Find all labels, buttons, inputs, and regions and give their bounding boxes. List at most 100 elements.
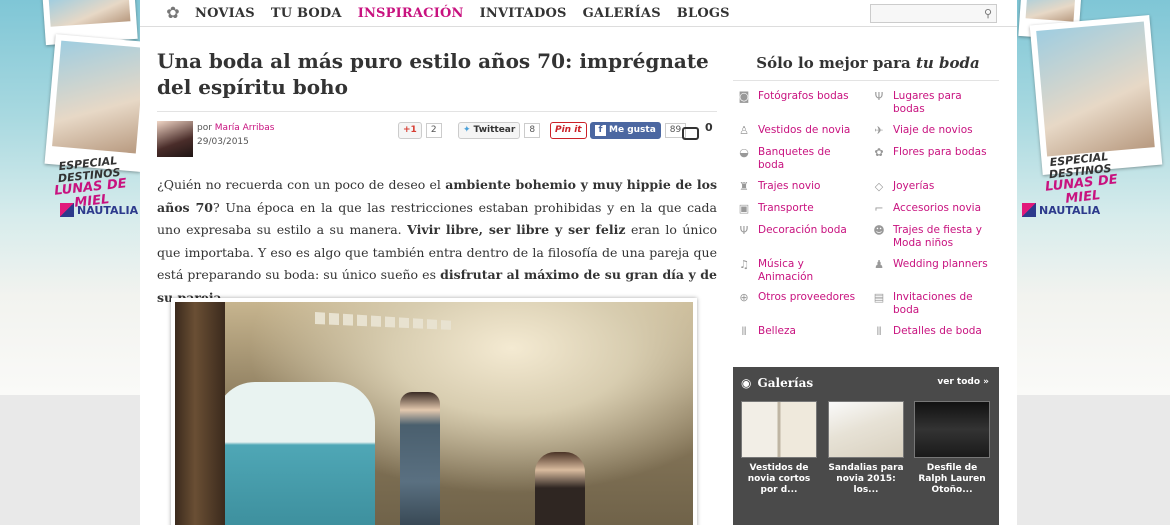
gallery-thumbnail[interactable]: [828, 401, 904, 458]
twitter-label: Twittear: [473, 125, 516, 135]
gplus-button[interactable]: +1: [398, 121, 422, 139]
twitter-button[interactable]: ✦ Twittear: [458, 121, 521, 139]
bunting-flags: [315, 312, 455, 330]
comment-count[interactable]: 0: [705, 121, 713, 134]
category-label: Trajes novio: [758, 180, 821, 192]
people-icon: ☻: [873, 224, 885, 237]
pin-it-button[interactable]: Pin it: [550, 121, 587, 139]
facebook-like-label: Me gusta: [609, 125, 656, 135]
article-title: Una boda al más puro estilo años 70: imp…: [157, 49, 709, 99]
divider: [733, 80, 999, 81]
gallery-caption[interactable]: Vestidos de novia cortos por d...: [741, 463, 817, 496]
see-all-link[interactable]: ver todo »: [937, 377, 989, 387]
glass-icon: Ψ: [874, 90, 884, 103]
ad-lower-background: [0, 395, 140, 525]
pinterest-share: Pin it: [550, 121, 587, 139]
shoe-icon: ⌐: [874, 202, 884, 215]
dress-icon: ♙: [739, 124, 749, 137]
category-label: Banquetes de boda: [758, 146, 831, 171]
twitter-bird-icon: ✦: [463, 125, 471, 135]
nav-item-invitados[interactable]: INVITADOS: [480, 6, 567, 21]
category-label: Fotógrafos bodas: [758, 90, 849, 102]
wedding-photo: [175, 302, 693, 525]
gplus-count: 2: [425, 122, 442, 138]
ad-brand: NAUTALIA: [1022, 203, 1100, 217]
flower-logo-icon[interactable]: ✿: [164, 4, 182, 22]
category-label: Transporte: [758, 202, 814, 214]
top-nav: ✿ NOVIAS TU BODA INSPIRACIÓN INVITADOS G…: [140, 0, 1017, 27]
planner-icon: ♟: [874, 258, 884, 271]
divider: [157, 111, 717, 112]
vintage-van: [215, 382, 375, 525]
galleries-header: ◉ Galerías: [741, 376, 813, 390]
facebook-like-button[interactable]: f Me gusta: [590, 121, 661, 139]
beauty-icon: ⫴: [741, 325, 747, 338]
nav-item-tu-boda[interactable]: TU BODA: [271, 6, 342, 21]
gift-icon: ⫴: [876, 325, 882, 338]
sidebar-title-text: Sólo lo mejor para: [756, 54, 916, 72]
music-icon: ♫: [739, 258, 749, 271]
nautalia-logo-icon: [60, 203, 74, 217]
bus-icon: ▣: [738, 202, 750, 215]
camera-icon: ◉: [741, 376, 752, 390]
ad-photo: [44, 34, 140, 172]
author-name-link[interactable]: María Arribas: [215, 123, 275, 133]
ad-brand: NAUTALIA: [60, 203, 138, 217]
nav-item-blogs[interactable]: BLOGS: [677, 6, 730, 21]
flower-icon: ✿: [874, 146, 884, 159]
search-input[interactable]: [871, 8, 971, 26]
galleries-widget: ◉ Galerías ver todo » Vestidos de novia …: [733, 367, 999, 525]
category-label: Decoración boda: [758, 224, 847, 236]
suit-icon: ♜: [739, 180, 749, 193]
article-intro: ¿Quién no recuerda con un poco de deseo …: [157, 174, 717, 309]
nav-item-galerias[interactable]: GALERÍAS: [583, 6, 661, 21]
category-label: Joyerías: [893, 180, 935, 192]
category-label: Flores para bodas: [893, 146, 987, 158]
invitation-icon: ▤: [873, 291, 885, 304]
article-photo[interactable]: [171, 298, 697, 525]
gallery-thumbnail[interactable]: [914, 401, 990, 458]
nav-item-novias[interactable]: NOVIAS: [195, 6, 255, 21]
gallery-item[interactable]: Vestidos de novia cortos por d...: [741, 401, 817, 496]
sidebar-title-italic: tu boda: [915, 54, 980, 72]
author-avatar[interactable]: [157, 121, 193, 157]
galleries-title: Galerías: [757, 376, 814, 390]
gallery-thumbnail[interactable]: [741, 401, 817, 458]
left-side-ad[interactable]: ESPECIAL DESTINOS LUNAS DE MIEL NAUTALIA: [0, 0, 140, 525]
twitter-count: 8: [524, 122, 541, 138]
author-prefix: por: [197, 123, 212, 133]
sidebar-title: Sólo lo mejor para tu boda: [733, 54, 1003, 72]
gallery-item[interactable]: Desfile de Ralph Lauren Otoño...: [914, 401, 990, 496]
gplus-share: +1 2: [398, 121, 442, 139]
body-text-bold: Vivir libre, ser libre y ser feliz: [407, 222, 626, 237]
plus-icon: ⊕: [739, 291, 749, 304]
tree-trunk: [175, 302, 225, 525]
category-label: Trajes de fiesta y Moda niños: [893, 224, 982, 249]
category-label: Accesorios novia: [893, 202, 982, 214]
category-label: Wedding planners: [893, 258, 988, 270]
article-date: 29/03/2015: [197, 137, 249, 147]
groom-figure: [400, 392, 440, 525]
candle-icon: Ψ: [739, 224, 749, 237]
plane-icon: ✈: [874, 124, 884, 137]
right-side-ad[interactable]: ESPECIAL DESTINOS LUNAS DE MIEL NAUTALIA: [1016, 0, 1170, 525]
gallery-item[interactable]: Sandalias para novia 2015: los...: [828, 401, 904, 496]
ad-brand-label: NAUTALIA: [77, 203, 139, 217]
search-icon[interactable]: ⚲: [984, 7, 992, 20]
camera-icon: ◙: [738, 90, 750, 103]
comment-bubble-icon[interactable]: [682, 127, 699, 140]
bride-figure: [535, 452, 585, 525]
nav-item-inspiracion[interactable]: INSPIRACIÓN: [358, 6, 464, 21]
gallery-caption[interactable]: Sandalias para novia 2015: los...: [828, 463, 904, 496]
gallery-caption[interactable]: Desfile de Ralph Lauren Otoño...: [914, 463, 990, 496]
category-label: Vestidos de novia: [758, 124, 851, 136]
ad-brand-label: NAUTALIA: [1039, 203, 1101, 217]
category-label: Viaje de novios: [893, 124, 973, 136]
diamond-icon: ◇: [874, 180, 884, 193]
twitter-share: ✦ Twittear 8: [458, 121, 541, 139]
category-label: Música y Animación: [758, 258, 814, 283]
search-box: ⚲: [870, 4, 997, 26]
facebook-share: f Me gusta 89: [590, 121, 687, 139]
category-label: Lugares para bodas: [893, 90, 962, 115]
author-byline: por María Arribas: [197, 123, 274, 133]
